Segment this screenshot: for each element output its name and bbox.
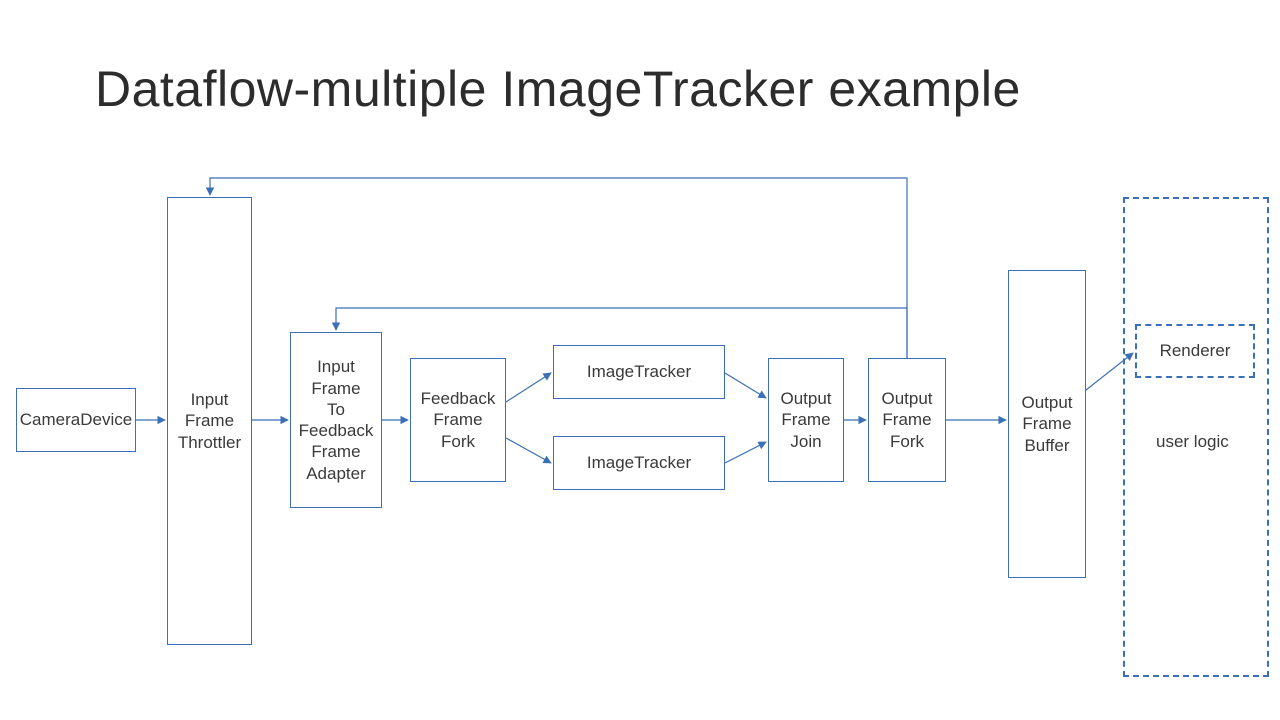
edge-tracker1-to-join xyxy=(725,373,766,398)
edge-tracker2-to-join xyxy=(725,442,766,463)
edge-fork-to-tracker1 xyxy=(506,373,551,402)
connectors xyxy=(0,0,1280,720)
node-label: Renderer xyxy=(1160,340,1231,361)
node-user-logic xyxy=(1123,197,1269,677)
edge-feedback-outfork-to-throttler xyxy=(210,178,907,358)
edge-feedback-outfork-to-adapter xyxy=(336,308,907,358)
edge-fork-to-tracker2 xyxy=(506,438,551,463)
node-renderer: Renderer xyxy=(1135,324,1255,378)
